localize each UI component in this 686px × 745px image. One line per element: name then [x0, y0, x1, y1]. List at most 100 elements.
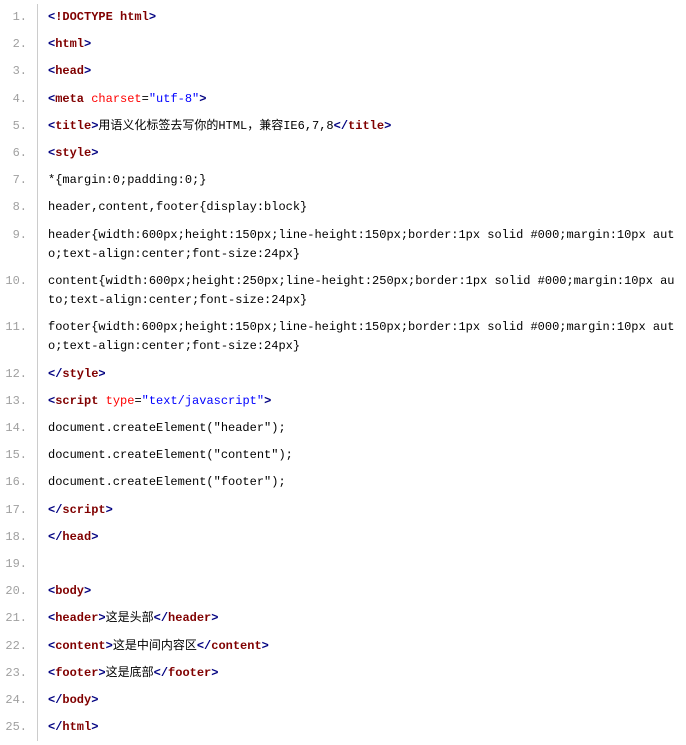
code-line: 12.</style>: [0, 361, 686, 388]
code-content[interactable]: <meta charset="utf-8">: [38, 86, 686, 113]
line-number: 21.: [0, 605, 38, 632]
token-tagname: title: [348, 119, 384, 133]
line-number: 18.: [0, 524, 38, 551]
token-tagname: body: [55, 584, 84, 598]
code-content[interactable]: </head>: [38, 524, 686, 551]
token-txt: [48, 557, 55, 571]
code-line: 5.<title>用语义化标签去写你的HTML，兼容IE6,7,8</title…: [0, 113, 686, 140]
code-line: 24.</body>: [0, 687, 686, 714]
token-txt: [98, 394, 105, 408]
line-number: 6.: [0, 140, 38, 167]
code-content[interactable]: <content>这是中间内容区</content>: [38, 633, 686, 660]
line-number: 19.: [0, 551, 38, 578]
token-txt: header{width:600px;height:150px;line-hei…: [48, 228, 675, 261]
line-number: 20.: [0, 578, 38, 605]
code-line: 13.<script type="text/javascript">: [0, 388, 686, 415]
code-line: 10.content{width:600px;height:250px;line…: [0, 268, 686, 314]
code-content[interactable]: <head>: [38, 58, 686, 85]
line-number: 4.: [0, 86, 38, 113]
code-line: 1.<!DOCTYPE html>: [0, 4, 686, 31]
code-content[interactable]: document.createElement("header");: [38, 415, 686, 442]
token-txt: 用语义化标签去写你的HTML，兼容IE6,7,8: [98, 119, 333, 133]
code-content[interactable]: [38, 551, 686, 578]
line-number: 23.: [0, 660, 38, 687]
token-tag: >: [91, 146, 98, 160]
code-content[interactable]: </script>: [38, 497, 686, 524]
line-number: 9.: [0, 222, 38, 268]
token-tag: >: [84, 64, 91, 78]
token-tagname: header: [168, 611, 211, 625]
code-line: 2.<html>: [0, 31, 686, 58]
token-tag: >: [211, 666, 218, 680]
token-tagname: head: [62, 530, 91, 544]
code-content[interactable]: <html>: [38, 31, 686, 58]
code-line: 23.<footer>这是底部</footer>: [0, 660, 686, 687]
token-attr: charset: [91, 92, 141, 106]
line-number: 16.: [0, 469, 38, 496]
line-number: 10.: [0, 268, 38, 314]
code-content[interactable]: footer{width:600px;height:150px;line-hei…: [38, 314, 686, 360]
line-number: 15.: [0, 442, 38, 469]
token-txt: *{margin:0;padding:0;}: [48, 173, 206, 187]
code-content[interactable]: header,content,footer{display:block}: [38, 194, 686, 221]
token-txt: 这是底部: [106, 666, 154, 680]
line-number: 11.: [0, 314, 38, 360]
token-tag: </: [197, 639, 211, 653]
token-tagname: header: [55, 611, 98, 625]
line-number: 17.: [0, 497, 38, 524]
token-tag: >: [106, 639, 113, 653]
code-content[interactable]: </style>: [38, 361, 686, 388]
line-number: 25.: [0, 714, 38, 741]
code-line: 25.</html>: [0, 714, 686, 741]
code-content[interactable]: <!DOCTYPE html>: [38, 4, 686, 31]
code-content[interactable]: header{width:600px;height:150px;line-hei…: [38, 222, 686, 268]
line-number: 2.: [0, 31, 38, 58]
token-eq: =: [134, 394, 141, 408]
token-tag: >: [84, 584, 91, 598]
token-tag: </: [154, 611, 168, 625]
code-content[interactable]: <footer>这是底部</footer>: [38, 660, 686, 687]
code-line: 8.header,content,footer{display:block}: [0, 194, 686, 221]
code-content[interactable]: </body>: [38, 687, 686, 714]
token-tag: >: [91, 693, 98, 707]
line-number: 8.: [0, 194, 38, 221]
line-number: 22.: [0, 633, 38, 660]
code-content[interactable]: <style>: [38, 140, 686, 167]
code-content[interactable]: <header>这是头部</header>: [38, 605, 686, 632]
code-line: 20.<body>: [0, 578, 686, 605]
line-number: 3.: [0, 58, 38, 85]
token-tag: >: [98, 611, 105, 625]
token-tagname: script: [55, 394, 98, 408]
code-content[interactable]: </html>: [38, 714, 686, 741]
token-txt: 这是中间内容区: [113, 639, 197, 653]
line-number: 13.: [0, 388, 38, 415]
code-line: 11.footer{width:600px;height:150px;line-…: [0, 314, 686, 360]
token-tag: </: [334, 119, 348, 133]
code-content[interactable]: document.createElement("footer");: [38, 469, 686, 496]
code-line: 14.document.createElement("header");: [0, 415, 686, 442]
code-block: 1.<!DOCTYPE html>2.<html>3.<head>4.<meta…: [0, 4, 686, 741]
token-tag: >: [91, 530, 98, 544]
code-content[interactable]: *{margin:0;padding:0;}: [38, 167, 686, 194]
code-line: 16. document.createElement("footer");: [0, 469, 686, 496]
token-tagname: style: [55, 146, 91, 160]
code-content[interactable]: content{width:600px;height:250px;line-he…: [38, 268, 686, 314]
token-tag: >: [91, 720, 98, 734]
token-attr: type: [106, 394, 135, 408]
token-txt: document.createElement("footer");: [48, 475, 286, 489]
token-tagname: content: [55, 639, 105, 653]
code-content[interactable]: <script type="text/javascript">: [38, 388, 686, 415]
code-line: 7.*{margin:0;padding:0;}: [0, 167, 686, 194]
code-content[interactable]: <body>: [38, 578, 686, 605]
code-content[interactable]: document.createElement("content");: [38, 442, 686, 469]
token-tagname: meta: [55, 92, 84, 106]
code-line: 21.<header>这是头部</header>: [0, 605, 686, 632]
token-tagname: style: [62, 367, 98, 381]
token-txt: document.createElement("header");: [48, 421, 286, 435]
token-tag: >: [262, 639, 269, 653]
token-tag: >: [98, 367, 105, 381]
token-tag: >: [84, 37, 91, 51]
token-tag: >: [264, 394, 271, 408]
code-content[interactable]: <title>用语义化标签去写你的HTML，兼容IE6,7,8</title>: [38, 113, 686, 140]
line-number: 1.: [0, 4, 38, 31]
